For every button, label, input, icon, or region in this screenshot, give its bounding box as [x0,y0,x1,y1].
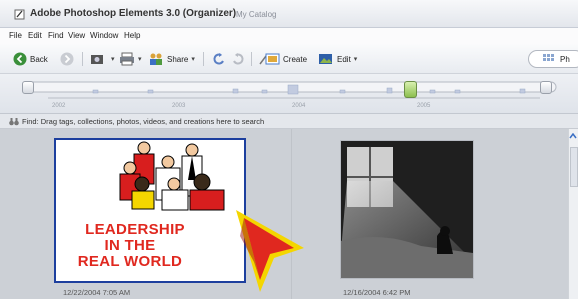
get-photos-button[interactable]: ▾ [90,51,115,67]
timeline-left-endpoint[interactable] [22,81,34,94]
menu-help[interactable]: Help [124,31,140,40]
grid-view-icon [543,54,554,61]
chevron-down-icon: ▾ [138,56,142,63]
menu-bar: File Edit Find View Window Help [0,28,578,44]
printer-icon [120,52,134,66]
poster-line: IN THE [104,237,156,254]
rotate-left-button[interactable] [212,51,226,67]
photo-thumbnail-window[interactable] [340,140,474,279]
timeline-slider-handle[interactable] [404,81,417,98]
rotate-left-icon [213,53,224,65]
catalog-name: My Catalog [236,10,277,19]
vertical-scrollbar[interactable] [568,129,578,299]
menu-view[interactable]: View [68,31,85,40]
back-button[interactable]: Back [13,51,48,67]
photo-date-caption: 12/16/2004 6:42 PM [343,288,411,297]
bw-window-photo [341,141,473,278]
back-label: Back [30,54,48,64]
edit-button[interactable]: Edit ▾ [318,51,357,67]
toolbar-separator [251,52,252,66]
timeline-year: 2002 [52,103,66,109]
window-title: Adobe Photoshop Elements 3.0 (Organizer) [30,8,237,19]
menu-window[interactable]: Window [90,31,118,40]
menu-find[interactable]: Find [48,31,64,40]
create-label: Create [283,54,308,64]
timeline-right-endpoint[interactable] [540,81,552,94]
toolbar-separator [82,52,83,66]
photo-date-caption: 12/22/2004 7:05 AM [63,288,131,297]
create-icon [259,53,280,65]
share-button[interactable]: Share ▾ [148,51,195,67]
scrollbar-thumb[interactable] [570,147,578,187]
timeline-year: 2003 [172,103,186,109]
timeline-track [25,81,557,99]
view-label: Ph [560,55,570,64]
view-selector[interactable]: Ph [528,50,578,68]
chevron-down-icon: ▾ [111,56,115,63]
toolbar-separator [203,52,204,66]
back-arrow-icon [13,52,27,66]
poster-title: LEADERSHIP IN THE REAL WORLD [56,222,244,270]
find-bar[interactable]: Find: Drag tags, collections, photos, vi… [0,114,578,129]
camera-icon [91,55,103,64]
title-bar: Adobe Photoshop Elements 3.0 (Organizer)… [0,0,578,28]
share-people-icon [150,53,162,65]
menu-file[interactable]: File [9,31,22,40]
scroll-up-icon[interactable] [569,133,577,139]
chevron-down-icon: ▾ [191,56,195,63]
share-label: Share [167,54,189,64]
toolbar: Back ▾ ▾ Share ▾ Create Edit ▾ Ph [0,44,578,74]
print-button[interactable]: ▾ [119,51,142,67]
app-icon [14,9,25,20]
rotate-right-button[interactable] [231,51,245,67]
edit-label: Edit [337,54,351,64]
poster-line: LEADERSHIP [85,221,185,238]
poster-line: REAL WORLD [77,253,183,270]
chevron-down-icon: ▾ [353,56,358,63]
timeline-year: 2005 [417,103,431,109]
forward-button[interactable] [60,51,74,67]
binoculars-icon [9,118,19,126]
pointer-arrow-icon [236,210,304,292]
forward-arrow-icon [60,52,74,66]
photo-thumbnail-leadership[interactable]: LEADERSHIP IN THE REAL WORLD [54,138,246,283]
edit-photo-icon [319,54,332,64]
find-instructions: Find: Drag tags, collections, photos, vi… [22,117,265,126]
timeline-year: 2004 [292,103,306,109]
menu-edit[interactable]: Edit [28,31,42,40]
rotate-right-icon [233,53,244,65]
create-button[interactable]: Create [258,51,307,67]
timeline[interactable]: 2002 2003 2004 2005 [0,74,578,114]
